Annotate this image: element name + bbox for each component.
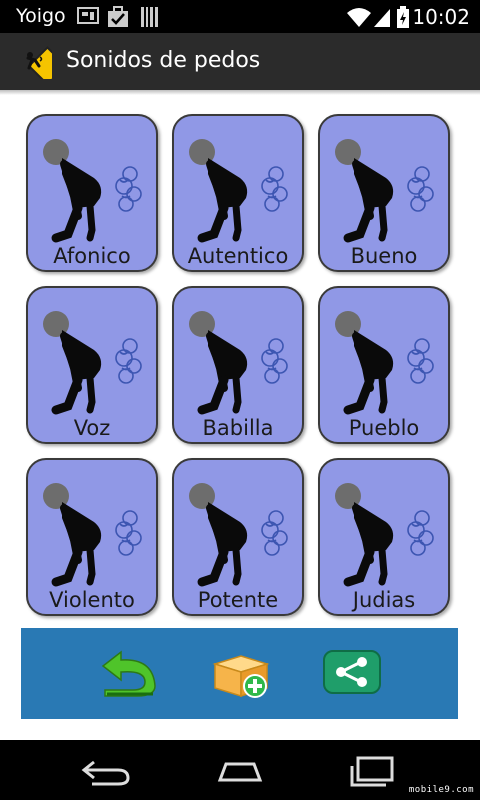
sound-button-afonico[interactable]: Afonico <box>26 114 158 272</box>
share-icon <box>323 650 381 694</box>
sound-label: Judias <box>352 588 416 612</box>
barcode-icon <box>141 7 158 27</box>
watermark: mobile9.com <box>408 785 474 795</box>
farting-person-icon <box>43 311 142 415</box>
sound-button-autentico[interactable]: Autentico <box>172 114 304 272</box>
sound-button-bueno[interactable]: Bueno <box>318 114 450 272</box>
sound-label: Babilla <box>202 416 274 440</box>
nav-recents-button[interactable] <box>348 754 408 788</box>
sound-label: Violento <box>49 588 135 612</box>
farting-person-icon <box>43 139 142 243</box>
sound-button-potente[interactable]: Potente <box>172 458 304 616</box>
battery-charging-icon <box>397 6 409 28</box>
home-icon <box>217 762 263 782</box>
app-title: Sonidos de pedos <box>66 48 261 73</box>
farting-person-icon <box>335 483 434 587</box>
action-bar: Sonidos de pedos <box>0 33 480 91</box>
sound-label: Afonico <box>53 244 131 268</box>
nav-back-button[interactable] <box>78 754 138 788</box>
sound-button-pueblo[interactable]: Pueblo <box>318 286 450 444</box>
back-icon <box>81 760 130 786</box>
recents-icon <box>350 756 394 787</box>
sound-label: Bueno <box>350 244 418 268</box>
sim-card-icon <box>77 7 99 24</box>
bottom-toolbar <box>21 628 458 719</box>
nav-home-button[interactable] <box>212 754 272 788</box>
navigation-bar: mobile9.com <box>0 740 480 800</box>
farting-person-icon <box>335 311 434 415</box>
clock: 10:02 <box>412 5 470 29</box>
add-box-icon <box>212 655 270 698</box>
sound-button-judias[interactable]: Judias <box>318 458 450 616</box>
signal-icon <box>374 9 390 27</box>
sound-label: Pueblo <box>348 416 420 440</box>
sound-label: Autentico <box>187 244 289 268</box>
farting-person-icon <box>43 483 142 587</box>
sound-button-violento[interactable]: Violento <box>26 458 158 616</box>
back-arrow-icon <box>101 650 156 697</box>
farting-person-icon <box>335 139 434 243</box>
farting-person-icon <box>189 139 288 243</box>
farting-person-icon <box>189 311 288 415</box>
sound-label: Voz <box>73 416 111 440</box>
action-bar-shadow <box>0 90 480 95</box>
sound-button-babilla[interactable]: Babilla <box>172 286 304 444</box>
back-arrow-button[interactable] <box>97 650 157 698</box>
carrier-name: Yoigo <box>16 5 66 27</box>
sound-button-voz[interactable]: Voz <box>26 286 158 444</box>
add-favorite-button[interactable] <box>211 650 271 698</box>
wifi-icon <box>347 8 371 27</box>
farting-person-icon <box>189 483 288 587</box>
app-logo-icon <box>26 46 52 79</box>
status-bar: Yoigo 10:02 <box>0 0 480 33</box>
briefcase-check-icon <box>108 6 128 27</box>
share-button[interactable] <box>323 650 383 698</box>
sound-label: Potente <box>197 588 279 612</box>
